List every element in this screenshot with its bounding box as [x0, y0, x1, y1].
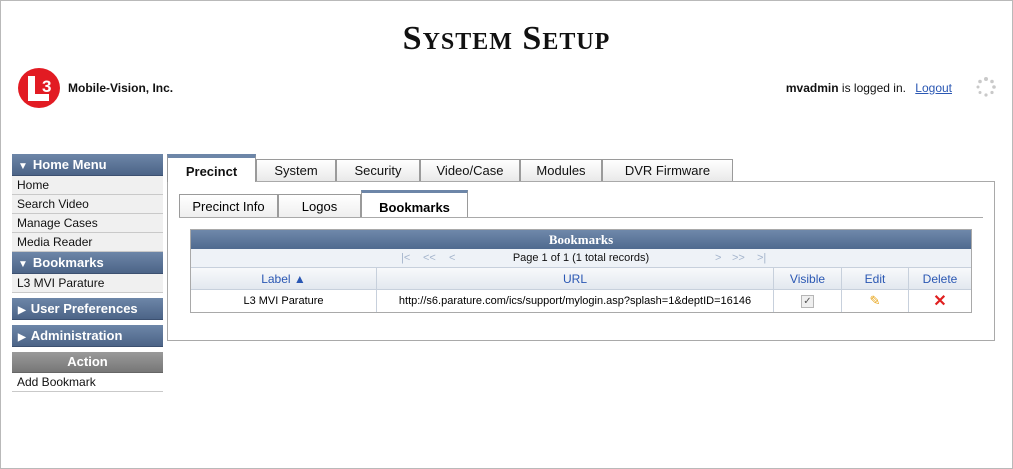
sidebar-item-l3-mvi-parature[interactable]: L3 MVI Parature: [12, 274, 163, 293]
bookmarks-table: Label ▲ URL Visible Edit Delete L3 MVI P…: [191, 268, 971, 312]
pager: |< << < Page 1 of 1 (1 total records) > …: [191, 249, 971, 268]
table-row: L3 MVI Parature http://s6.parature.com/i…: [191, 289, 972, 313]
company-name: Mobile-Vision, Inc.: [68, 81, 174, 95]
user-preferences-menu-header[interactable]: ▶ User Preferences: [12, 298, 163, 320]
subtab-divider: [179, 217, 983, 218]
bookmarks-grid: Bookmarks |< << < Page 1 of 1 (1 total r…: [190, 229, 972, 313]
sidebar-item-home[interactable]: Home: [12, 176, 163, 195]
row-visible: ✓: [773, 289, 842, 312]
loading-spinner-icon: [976, 77, 996, 97]
chevron-down-icon: ▼: [18, 161, 28, 172]
user-preferences-label: User Preferences: [30, 301, 138, 316]
column-delete: Delete: [908, 268, 971, 290]
tab-security[interactable]: Security: [336, 159, 420, 181]
action-header: Action: [12, 352, 163, 373]
next-page-icon[interactable]: >: [715, 249, 721, 267]
chevron-down-icon: ▼: [18, 259, 28, 270]
sidebar-item-media-reader[interactable]: Media Reader: [12, 233, 163, 252]
tab-precinct[interactable]: Precinct: [167, 154, 256, 182]
l3-logo: 3: [18, 68, 60, 108]
page-title: System Setup: [402, 20, 611, 57]
column-edit: Edit: [841, 268, 909, 290]
row-label: L3 MVI Parature: [191, 289, 377, 312]
home-menu-label: Home Menu: [32, 157, 107, 172]
tab-modules[interactable]: Modules: [520, 159, 602, 181]
administration-menu-header[interactable]: ▶ Administration: [12, 325, 163, 347]
chevron-right-icon: ▶: [18, 305, 26, 316]
logged-in-text: is logged in.: [841, 81, 906, 95]
login-status: mvadmin is logged in. Logout: [786, 81, 952, 95]
visible-checkbox[interactable]: ✓: [801, 294, 814, 308]
sidebar: ▼ Home Menu Home Search Video Manage Case…: [12, 154, 163, 392]
precinct-panel: Precinct Info Logos Bookmarks Bookmarks …: [167, 181, 995, 341]
column-visible[interactable]: Visible: [773, 268, 842, 290]
add-bookmark-button[interactable]: Add Bookmark: [12, 373, 163, 392]
home-menu-header[interactable]: ▼ Home Menu: [12, 154, 163, 176]
svg-text:3: 3: [42, 77, 51, 96]
chevron-right-icon: ▶: [18, 332, 26, 343]
tab-video-case[interactable]: Video/Case: [420, 159, 520, 181]
last-page-icon[interactable]: >|: [757, 249, 766, 267]
row-url: http://s6.parature.com/ics/support/mylog…: [376, 289, 774, 312]
delete-x-icon[interactable]: ✕: [933, 293, 946, 310]
column-url[interactable]: URL: [376, 268, 774, 290]
username: mvadmin: [785, 81, 839, 95]
sidebar-item-search-video[interactable]: Search Video: [12, 195, 163, 214]
next-set-icon[interactable]: >>: [732, 249, 745, 267]
tab-system[interactable]: System: [256, 159, 336, 181]
bookmarks-menu-header[interactable]: ▼ Bookmarks: [12, 252, 163, 274]
pager-info: Page 1 of 1 (1 total records): [512, 252, 650, 264]
subtab-precinct-info[interactable]: Precinct Info: [179, 194, 278, 218]
edit-pencil-icon[interactable]: ✎: [870, 293, 881, 308]
sidebar-item-manage-cases[interactable]: Manage Cases: [12, 214, 163, 233]
grid-title: Bookmarks: [191, 230, 971, 249]
administration-label: Administration: [30, 328, 123, 343]
tab-dvr-firmware[interactable]: DVR Firmware: [602, 159, 733, 181]
column-label[interactable]: Label ▲: [191, 268, 377, 290]
logout-link[interactable]: Logout: [915, 81, 952, 95]
bookmarks-menu-label: Bookmarks: [32, 255, 104, 270]
subtab-bookmarks[interactable]: Bookmarks: [361, 190, 468, 218]
row-edit: ✎: [841, 289, 909, 312]
subtab-logos[interactable]: Logos: [278, 194, 361, 218]
row-delete: ✕: [909, 290, 972, 313]
